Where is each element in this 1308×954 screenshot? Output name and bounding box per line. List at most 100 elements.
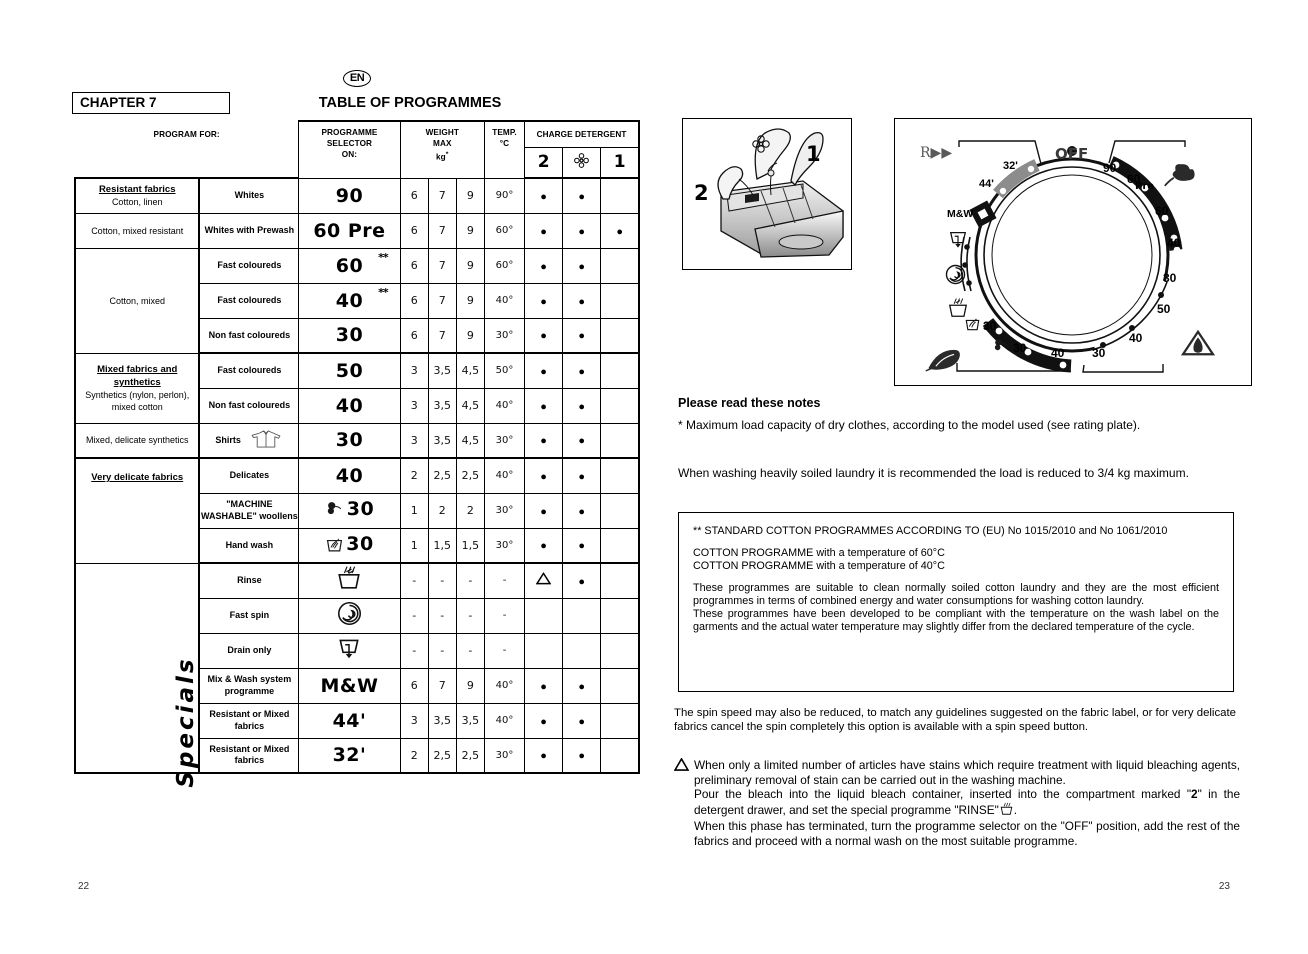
footnote-stars: ** [378, 285, 388, 299]
weight-1: 6 [399, 177, 429, 214]
detergent-2-dot [524, 317, 564, 354]
detergent-1-dot [600, 177, 641, 214]
selector-value: 40 [298, 387, 401, 424]
std-line-5: These programmes have been developed to … [693, 608, 1219, 633]
table-row: Very delicate fabrics Delicates 40 2 2,5… [73, 457, 641, 564]
header-temp: TEMP. °C [483, 120, 526, 179]
bleach-para-3: When this phase has terminated, turn the… [694, 819, 1240, 848]
detergent-2-dot [524, 422, 564, 459]
table-row: Specials Rinse - - - - ● [73, 562, 641, 787]
selector-value: 30 [298, 492, 401, 529]
programme-dial-illustration: OFF R▶▶ 32' 44' M&W 90 60 Pre 60 40 30 5… [894, 118, 1252, 386]
table-row: Mixed fabrics and synthetics Synthetics … [73, 352, 641, 424]
weight-3: 4,5 [455, 352, 485, 389]
weight-2: 2 [427, 492, 457, 529]
detergent-1-dot [600, 422, 641, 459]
fabric-group-mixed-synthetics: Mixed fabrics and synthetics Synthetics … [73, 352, 200, 424]
weight-1: 6 [399, 212, 429, 249]
weight-2: 3,5 [427, 387, 457, 424]
weight-1: 2 [399, 457, 429, 494]
feather-icon [923, 344, 965, 379]
program-for: Delicates [198, 457, 300, 494]
weight-1: 3 [399, 387, 429, 424]
selector-value: 60 ** [298, 247, 401, 284]
drain-icon [947, 229, 969, 254]
warning-triangle-icon [673, 757, 690, 774]
detergent-1-dot [600, 387, 641, 424]
temperature: 60° [483, 247, 526, 284]
temperature: 30° [483, 317, 526, 354]
temperature: 40° [483, 457, 526, 494]
weight-3: 1,5 [455, 527, 485, 564]
detergent-1-dot [600, 457, 641, 494]
weight-2: 7 [427, 247, 457, 284]
fabric-group-very-delicate: Very delicate fabrics [73, 457, 200, 564]
table-row: Resistant fabrics Cotton, linen Whites 9… [73, 177, 641, 214]
handwash-icon [325, 535, 344, 558]
fabric-group-resistant: Resistant fabrics Cotton, linen [73, 177, 200, 214]
page-title: TABLE OF PROGRAMMES [318, 95, 502, 111]
table-row: Cotton, mixed Fast coloureds 60 ** 6 7 9… [73, 247, 641, 354]
program-for: Fast coloureds [198, 352, 300, 389]
detergent-flower-dot [562, 492, 602, 529]
program-for: "MACHINE WASHABLE" woollens [198, 492, 300, 529]
page-number-left: 22 [78, 881, 90, 892]
weight-1: 6 [399, 247, 429, 284]
detergent-flower-dot [562, 282, 602, 319]
weight-3: 2 [455, 492, 485, 529]
fabric-group-cotton-mixed: Cotton, mixed [73, 247, 200, 354]
dial-label-pre: Pre [1135, 181, 1155, 192]
fabric-group-specials: Specials [73, 562, 200, 787]
weight-3: 9 [455, 282, 485, 319]
dial-label-40: 40 [1167, 236, 1181, 250]
detergent-1-dot [600, 492, 641, 529]
program-for: Fast coloureds [198, 282, 300, 319]
note-max-load: * Maximum load capacity of dry clothes, … [678, 418, 1141, 432]
detergent-1-dot [600, 352, 641, 389]
drain-icon [336, 639, 362, 665]
handwash-icon [964, 315, 981, 337]
dial-label-60: 60 [1155, 204, 1169, 218]
dial-off-label: OFF [1055, 145, 1089, 163]
selector-value: 60 Pre [298, 212, 401, 249]
detergent-flower-dot [562, 632, 602, 669]
weight-2: 7 [427, 317, 457, 354]
left-page: EN CHAPTER 7 TABLE OF PROGRAMMES PROGRAM… [0, 0, 654, 954]
weight-3: 2,5 [455, 457, 485, 494]
detergent-drawer-illustration: 1 2 [682, 118, 852, 270]
program-for: Fast spin [198, 597, 300, 634]
table-header-row: PROGRAM FOR: PROGRAMME SELECTOR ON: WEIG… [75, 120, 641, 179]
detergent-2-dot [524, 177, 564, 214]
detergent-flower-dot [562, 667, 602, 704]
dial-syn-40: 40 [1129, 331, 1143, 345]
weight-2: 7 [427, 177, 457, 214]
rinse-icon [336, 566, 362, 596]
program-for: Non fast coloureds [198, 317, 300, 354]
bleach-para-2: Pour the bleach into the liquid bleach c… [694, 787, 1240, 819]
dial-wool-30: 30 [1013, 341, 1027, 355]
program-for: Whites [198, 177, 300, 214]
temperature: 40° [483, 702, 526, 739]
selector-value: 40 [298, 457, 401, 494]
detergent-1-dot [600, 527, 641, 564]
dial-label-90: 90 [1103, 161, 1117, 175]
temperature: 30° [483, 737, 526, 774]
program-for: Shirts [198, 422, 300, 459]
temperature: - [483, 632, 526, 669]
detergent-1-dot [600, 632, 641, 669]
detergent-1-dot [600, 737, 641, 774]
detergent-1-dot [600, 212, 641, 249]
weight-2: 2,5 [427, 737, 457, 774]
detergent-1-dot [600, 562, 641, 599]
specials-label: Specials [173, 656, 199, 788]
selector-value: 40 ** [298, 282, 401, 319]
detergent-flower-dot [562, 457, 602, 494]
detergent-flower-dot [562, 247, 602, 284]
dial-syn-50: 50 [1157, 302, 1171, 316]
weight-1: 3 [399, 352, 429, 389]
bleach-note: When only a limited number of articles h… [673, 757, 1240, 848]
temperature: - [483, 562, 526, 599]
weight-2: 1,5 [427, 527, 457, 564]
dial-rapid-label: R▶▶ [920, 145, 953, 161]
delicate-triangle-icon [1180, 329, 1216, 362]
